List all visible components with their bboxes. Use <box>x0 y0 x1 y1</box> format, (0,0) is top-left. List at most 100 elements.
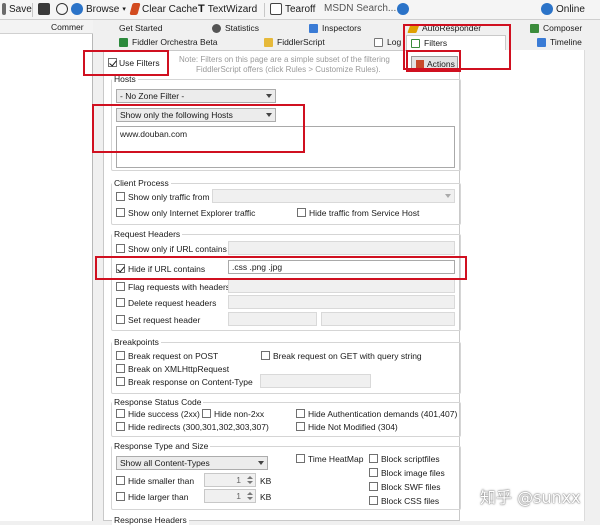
tab-timeline[interactable]: Timeline <box>533 35 582 49</box>
vertical-scrollbar[interactable] <box>584 50 600 521</box>
watermark: 知乎 @sunxx <box>480 488 581 507</box>
highlight-hosts <box>92 104 305 153</box>
browse-button[interactable]: Browse ▾ <box>56 3 126 15</box>
show-if-url-input[interactable] <box>228 241 455 255</box>
break-get-query-checkbox[interactable] <box>261 351 270 360</box>
tab-get-started[interactable]: Get Started <box>115 21 162 35</box>
set-header-name-input[interactable] <box>228 312 317 326</box>
chevron-down-icon: ▾ <box>122 6 126 13</box>
sessions-pane[interactable]: Commer <box>0 20 93 521</box>
tab-log[interactable]: Log <box>370 35 401 49</box>
show-traffic-from-label: Show only traffic from <box>128 192 210 202</box>
toolbar-separator <box>264 3 265 17</box>
hide-success-checkbox[interactable] <box>116 409 125 418</box>
stepper-down-icon[interactable] <box>247 481 253 484</box>
break-response-ct-checkbox[interactable] <box>116 377 125 386</box>
block-css-label: Block CSS files <box>381 496 440 506</box>
set-header-checkbox[interactable] <box>116 315 125 324</box>
block-script-label: Block scriptfiles <box>381 454 440 464</box>
tab-fiddlerscript[interactable]: FiddlerScript <box>260 35 325 49</box>
column-comments[interactable]: Commer <box>51 22 84 32</box>
time-heatmap-checkbox[interactable] <box>296 454 305 463</box>
hide-service-host-label: Hide traffic from Service Host <box>309 208 420 218</box>
textwizard-button[interactable]: T TextWizard <box>198 3 257 15</box>
request-headers-title: Request Headers <box>112 229 183 239</box>
block-image-checkbox[interactable] <box>369 468 378 477</box>
help-button[interactable] <box>397 3 409 15</box>
msdn-search-box[interactable]: MSDN Search... <box>324 3 396 14</box>
chevron-down-icon <box>266 94 272 98</box>
online-indicator[interactable]: Online <box>541 3 585 15</box>
tab-composer[interactable]: Composer <box>526 21 582 35</box>
response-status-title: Response Status Code <box>112 397 204 407</box>
hide-larger-stepper[interactable]: 1 <box>204 489 256 503</box>
flag-requests-label: Flag requests with headers <box>128 282 231 292</box>
set-header-label: Set request header <box>128 315 201 325</box>
hide-smaller-label: Hide smaller than <box>128 476 195 486</box>
break-response-ct-input[interactable] <box>260 374 371 388</box>
composer-icon <box>530 23 539 33</box>
content-right-area <box>460 50 600 521</box>
stepper-up-icon[interactable] <box>247 492 253 495</box>
hide-smaller-checkbox[interactable] <box>116 476 125 485</box>
camera-button[interactable] <box>38 3 50 15</box>
textwizard-icon: T <box>198 3 205 15</box>
delete-headers-input[interactable] <box>228 295 455 309</box>
hide-non2xx-checkbox[interactable] <box>202 409 211 418</box>
main-toolbar: Save Browse ▾ Clear Cache T TextWizard T… <box>0 0 600 20</box>
hide-not-modified-label: Hide Not Modified (304) <box>308 422 398 432</box>
show-if-url-label: Show only if URL contains <box>128 244 227 254</box>
stepper-down-icon[interactable] <box>247 497 253 500</box>
show-if-url-checkbox[interactable] <box>116 244 125 253</box>
globe-icon <box>71 3 83 15</box>
hide-auth-checkbox[interactable] <box>296 409 305 418</box>
flag-requests-input[interactable] <box>228 279 455 293</box>
response-type-title: Response Type and Size <box>112 441 211 451</box>
hide-success-label: Hide success (2xx) <box>128 409 200 419</box>
break-xhr-checkbox[interactable] <box>116 364 125 373</box>
hide-service-host-checkbox[interactable] <box>297 208 306 217</box>
sessions-column-header[interactable]: Commer <box>0 20 93 34</box>
chevron-down-icon <box>445 194 451 198</box>
break-get-query-label: Break request on GET with query string <box>273 351 422 361</box>
stepper-up-icon[interactable] <box>247 476 253 479</box>
show-traffic-from-checkbox[interactable] <box>116 192 125 201</box>
hide-smaller-unit: KB <box>260 476 272 486</box>
show-ie-traffic-checkbox[interactable] <box>116 208 125 217</box>
tearoff-icon <box>270 3 282 15</box>
tab-fiddler-orchestra[interactable]: Fiddler Orchestra Beta <box>115 35 218 49</box>
time-heatmap-label: Time HeatMap <box>308 454 364 464</box>
block-css-checkbox[interactable] <box>369 496 378 505</box>
orchestra-icon <box>119 37 128 47</box>
break-post-label: Break request on POST <box>128 351 219 361</box>
timer-icon <box>56 3 68 15</box>
hide-larger-checkbox[interactable] <box>116 492 125 501</box>
block-image-label: Block image files <box>381 468 445 478</box>
hide-not-modified-checkbox[interactable] <box>296 422 305 431</box>
process-select[interactable] <box>212 189 455 203</box>
break-post-checkbox[interactable] <box>116 351 125 360</box>
clear-cache-button[interactable]: Clear Cache <box>129 3 198 15</box>
network-icon <box>541 3 553 15</box>
block-swf-checkbox[interactable] <box>369 482 378 491</box>
zone-filter-select[interactable]: - No Zone Filter - <box>116 89 276 103</box>
delete-headers-checkbox[interactable] <box>116 298 125 307</box>
save-button[interactable]: Save <box>2 3 32 15</box>
hide-redirects-label: Hide redirects (300,301,302,303,307) <box>128 422 269 432</box>
filters-note-2: FiddlerScript offers (click Rules > Cust… <box>196 65 381 74</box>
content-types-select[interactable]: Show all Content-Types <box>116 456 268 470</box>
tab-inspectors[interactable]: Inspectors <box>305 21 361 35</box>
show-ie-traffic-label: Show only Internet Explorer traffic <box>128 208 256 218</box>
flag-requests-checkbox[interactable] <box>116 282 125 291</box>
delete-headers-label: Delete request headers <box>128 298 217 308</box>
hide-smaller-stepper[interactable]: 1 <box>204 473 256 487</box>
tearoff-button[interactable]: Tearoff <box>270 3 315 15</box>
help-icon <box>397 3 409 15</box>
inspectors-icon <box>309 23 318 33</box>
hide-redirects-checkbox[interactable] <box>116 422 125 431</box>
chevron-down-icon <box>258 461 264 465</box>
block-script-checkbox[interactable] <box>369 454 378 463</box>
set-header-value-input[interactable] <box>321 312 455 326</box>
tab-statistics[interactable]: Statistics <box>208 21 259 35</box>
toolbar-separator <box>32 3 33 17</box>
